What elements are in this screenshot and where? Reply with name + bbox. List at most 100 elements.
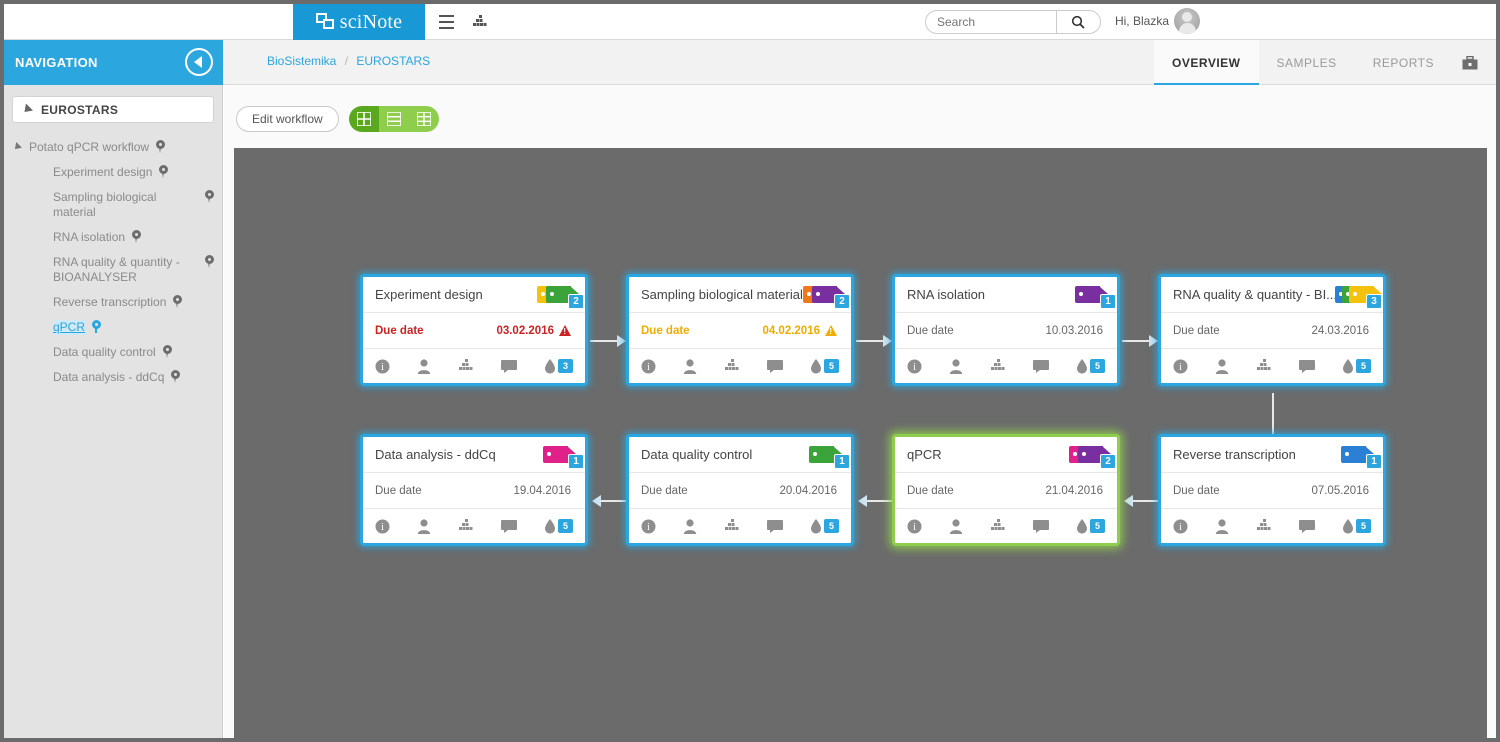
samples-icon[interactable] <box>991 359 1006 373</box>
sidebar: EUROSTARS Potato qPCR workflow Experimen… <box>4 85 223 738</box>
search-input[interactable] <box>926 15 1056 29</box>
pyramid-icon[interactable] <box>470 13 490 31</box>
results-icon[interactable]: 5 <box>810 359 839 374</box>
scinote-logo[interactable]: sciNote <box>293 4 425 40</box>
results-icon[interactable]: 5 <box>810 519 839 534</box>
sidebar-item-sampling-biological-material[interactable]: Sampling biological material <box>4 185 222 225</box>
tags-cluster[interactable]: 2 <box>537 278 581 312</box>
comment-icon[interactable] <box>767 360 783 373</box>
results-icon[interactable]: 5 <box>1076 359 1105 374</box>
workflow-canvas[interactable]: Experiment design 2 Due date 03.02.2016 <box>234 148 1487 738</box>
comment-icon[interactable] <box>501 520 517 533</box>
user-icon[interactable] <box>949 359 963 374</box>
tags-cluster[interactable]: 1 <box>803 438 847 472</box>
pin-icon[interactable] <box>173 295 182 308</box>
info-icon[interactable]: i <box>1173 519 1188 534</box>
tab-samples[interactable]: SAMPLES <box>1259 40 1355 85</box>
avatar[interactable] <box>1174 8 1200 34</box>
workflow-card-data-analysis-ddcq[interactable]: Data analysis - ddCq 1 Due date 19.04.20… <box>360 434 588 546</box>
sidebar-item-potato-qpcr-workflow[interactable]: Potato qPCR workflow <box>4 135 222 160</box>
info-icon[interactable]: i <box>375 519 390 534</box>
comment-icon[interactable] <box>767 520 783 533</box>
tab-overview[interactable]: OVERVIEW <box>1154 40 1258 85</box>
due-date-label: Due date <box>907 325 954 337</box>
results-icon[interactable]: 3 <box>544 359 573 374</box>
results-icon[interactable]: 5 <box>1076 519 1105 534</box>
user-icon[interactable] <box>683 519 697 534</box>
results-icon[interactable]: 5 <box>1342 519 1371 534</box>
sidebar-project-selector[interactable]: EUROSTARS <box>12 96 214 123</box>
breadcrumb-current[interactable]: EUROSTARS <box>356 54 430 68</box>
info-icon[interactable]: i <box>907 359 922 374</box>
tab-reports[interactable]: REPORTS <box>1355 40 1452 85</box>
grid-view-icon[interactable] <box>349 106 379 132</box>
pin-icon[interactable] <box>163 345 172 358</box>
list-view-icon[interactable] <box>379 106 409 132</box>
samples-icon[interactable] <box>459 519 474 533</box>
edit-workflow-button[interactable]: Edit workflow <box>236 106 339 132</box>
samples-icon[interactable] <box>1257 359 1272 373</box>
user-icon[interactable] <box>1215 359 1229 374</box>
samples-icon[interactable] <box>1257 519 1272 533</box>
comment-icon[interactable] <box>1033 520 1049 533</box>
pin-icon[interactable] <box>171 370 180 383</box>
sidebar-item-data-analysis-ddcq[interactable]: Data analysis - ddCq <box>4 365 222 390</box>
search-box[interactable] <box>925 10 1101 34</box>
workflow-card-data-quality-control[interactable]: Data quality control 1 Due date 20.04.20… <box>626 434 854 546</box>
hamburger-icon[interactable] <box>436 13 456 31</box>
comment-icon[interactable] <box>1299 360 1315 373</box>
samples-icon[interactable] <box>725 519 740 533</box>
sidebar-item-qpcr[interactable]: qPCR <box>4 315 222 340</box>
samples-icon[interactable] <box>991 519 1006 533</box>
pin-icon[interactable] <box>132 230 141 243</box>
workflow-card-experiment-design[interactable]: Experiment design 2 Due date 03.02.2016 <box>360 274 588 386</box>
workflow-card-sampling-biological-material[interactable]: Sampling biological material 2 Due date … <box>626 274 854 386</box>
samples-icon[interactable] <box>459 359 474 373</box>
pin-icon[interactable] <box>92 320 101 333</box>
search-button[interactable] <box>1057 10 1100 34</box>
pin-icon[interactable] <box>205 255 214 268</box>
breadcrumb-root[interactable]: BioSistemika <box>267 54 336 68</box>
tags-cluster[interactable]: 3 <box>1335 278 1379 312</box>
info-icon[interactable]: i <box>375 359 390 374</box>
sidebar-item-rna-quality-quantity[interactable]: RNA quality & quantity - BIOANALYSER <box>4 250 222 290</box>
tags-cluster[interactable]: 1 <box>1069 278 1113 312</box>
sidebar-item-rna-isolation[interactable]: RNA isolation <box>4 225 222 250</box>
workflow-card-reverse-transcription[interactable]: Reverse transcription 1 Due date 07.05.2… <box>1158 434 1386 546</box>
user-icon[interactable] <box>417 359 431 374</box>
briefcase-icon[interactable] <box>1452 40 1496 85</box>
tags-cluster[interactable]: 1 <box>537 438 581 472</box>
results-icon[interactable]: 5 <box>1342 359 1371 374</box>
info-icon[interactable]: i <box>1173 359 1188 374</box>
workflow-card-rna-isolation[interactable]: RNA isolation 1 Due date 10.03.2016 i <box>892 274 1120 386</box>
sidebar-item-reverse-transcription[interactable]: Reverse transcription <box>4 290 222 315</box>
table-view-icon[interactable] <box>409 106 439 132</box>
pin-icon[interactable] <box>156 140 165 153</box>
user-icon[interactable] <box>417 519 431 534</box>
comment-icon[interactable] <box>501 360 517 373</box>
workflow-card-rna-quality-quantity[interactable]: RNA quality & quantity - BI... 3 Due dat… <box>1158 274 1386 386</box>
sidebar-item-data-quality-control[interactable]: Data quality control <box>4 340 222 365</box>
tags-cluster[interactable]: 1 <box>1335 438 1379 472</box>
tags-cluster[interactable]: 2 <box>1069 438 1113 472</box>
info-icon[interactable]: i <box>907 519 922 534</box>
pin-icon[interactable] <box>205 190 214 203</box>
tag-count-badge: 1 <box>568 454 584 469</box>
comment-icon[interactable] <box>1299 520 1315 533</box>
pin-icon[interactable] <box>159 165 168 178</box>
tags-cluster[interactable]: 2 <box>803 278 847 312</box>
sidebar-item-experiment-design[interactable]: Experiment design <box>4 160 222 185</box>
user-icon[interactable] <box>949 519 963 534</box>
scinote-logo-icon <box>316 13 336 31</box>
user-icon[interactable] <box>1215 519 1229 534</box>
info-icon[interactable]: i <box>641 359 656 374</box>
user-icon[interactable] <box>683 359 697 374</box>
user-menu[interactable]: Hi, Blazka <box>1115 8 1200 34</box>
collapse-left-icon[interactable] <box>185 48 213 76</box>
comment-icon[interactable] <box>1033 360 1049 373</box>
card-icon-row: i 5 <box>1161 509 1383 543</box>
info-icon[interactable]: i <box>641 519 656 534</box>
results-icon[interactable]: 5 <box>544 519 573 534</box>
workflow-card-qpcr[interactable]: qPCR 2 Due date 21.04.2016 i <box>892 434 1120 546</box>
samples-icon[interactable] <box>725 359 740 373</box>
